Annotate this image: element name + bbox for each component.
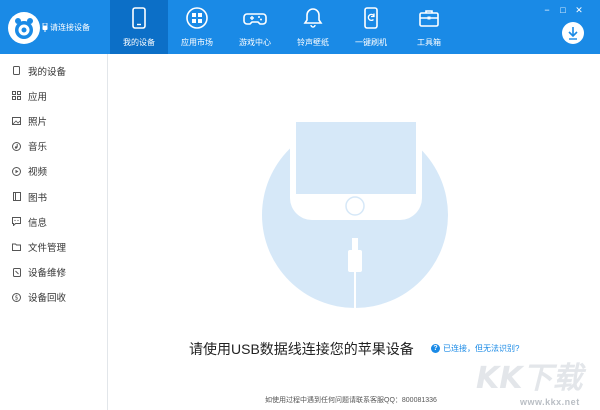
sidebar-item-label: 照片 <box>28 116 48 128</box>
folder-icon <box>12 242 21 251</box>
sidebar-item-label: 应用 <box>28 91 48 103</box>
repair-icon <box>12 267 21 277</box>
svg-text:$: $ <box>15 294 19 301</box>
sidebar-item-photos[interactable]: 照片 <box>0 108 107 133</box>
recycle-icon: $ <box>12 292 21 302</box>
connection-status[interactable]: 请连接设备 <box>42 22 90 33</box>
app-logo <box>8 12 40 44</box>
sidebar-item-device-repair[interactable]: 设备维修 <box>0 260 107 285</box>
svg-text:KK下载: KK下载 <box>476 361 586 396</box>
sidebar-item-apps[interactable]: 应用 <box>0 83 107 108</box>
tab-label: 我的设备 <box>123 38 155 47</box>
tab-label: 游戏中心 <box>239 38 271 47</box>
main-content: 请使用USB数据线连接您的苹果设备 ? 已连接，但无法识别? 如使用过程中遇到任… <box>108 54 600 410</box>
support-contact-note: 如使用过程中遇到任何问题请联系客服QQ：800081336 <box>265 397 437 404</box>
sidebar-item-messages[interactable]: 信息 <box>0 209 107 234</box>
gamepad-icon <box>243 13 267 25</box>
brand-area: 请连接设备 <box>0 0 108 54</box>
watermark-text: www.kkx.net <box>520 397 580 407</box>
grid-icon <box>12 91 21 101</box>
book-icon <box>12 192 21 202</box>
tab-label: 一键刷机 <box>355 38 387 47</box>
connection-status-label: 请连接设备 <box>50 23 90 32</box>
sidebar-item-music[interactable]: 音乐 <box>0 134 107 159</box>
sidebar-item-label: 文件管理 <box>28 242 67 254</box>
main-nav: 我的设备 应用市场 游戏中心 铃声壁纸 一键刷机 工具箱 <box>110 0 458 54</box>
sidebar-item-label: 设备维修 <box>28 268 67 280</box>
tab-label: 应用市场 <box>181 38 213 47</box>
window-controls: − □ ✕ <box>540 4 586 16</box>
message-icon <box>12 217 21 227</box>
download-icon <box>568 27 578 40</box>
sidebar-item-label: 我的设备 <box>28 66 67 78</box>
sidebar-item-label: 设备回收 <box>28 293 67 305</box>
tab-label: 工具箱 <box>417 38 441 47</box>
sidebar-item-label: 信息 <box>28 217 48 229</box>
sidebar-item-label: 图书 <box>28 192 48 204</box>
question-icon: ? <box>431 344 440 353</box>
video-icon <box>12 166 21 176</box>
sidebar-item-books[interactable]: 图书 <box>0 184 107 209</box>
connect-device-illustration <box>262 122 448 308</box>
photo-icon <box>12 116 21 125</box>
apps-icon <box>186 7 208 29</box>
tab-my-device[interactable]: 我的设备 <box>110 0 168 54</box>
bell-icon <box>303 8 323 28</box>
close-button[interactable]: ✕ <box>572 4 586 16</box>
tab-toolbox[interactable]: 工具箱 <box>400 0 458 54</box>
tab-label: 铃声壁纸 <box>297 38 329 47</box>
sidebar-item-device-recycle[interactable]: $ 设备回收 <box>0 285 107 310</box>
sidebar-item-my-device[interactable]: 我的设备 <box>0 58 107 83</box>
tab-app-market[interactable]: 应用市场 <box>168 0 226 54</box>
sidebar-item-file-manager[interactable]: 文件管理 <box>0 234 107 259</box>
device-icon <box>12 66 21 76</box>
usb-icon <box>42 23 48 32</box>
download-manager-button[interactable] <box>562 22 584 44</box>
maximize-button[interactable]: □ <box>556 4 570 16</box>
toolbox-icon <box>419 10 439 27</box>
phone-icon <box>132 7 146 29</box>
sidebar-item-label: 音乐 <box>28 142 48 154</box>
flash-icon <box>364 7 378 29</box>
music-icon <box>12 141 21 151</box>
sidebar-item-video[interactable]: 视频 <box>0 159 107 184</box>
sidebar: 我的设备 应用 照片 音乐 视频 图书 信息 文件管理 设备维修 $ 设备回收 <box>0 54 108 410</box>
minimize-button[interactable]: − <box>540 4 554 16</box>
tab-one-click-flash[interactable]: 一键刷机 <box>342 0 400 54</box>
connect-device-message: 请使用USB数据线连接您的苹果设备 <box>189 341 414 357</box>
top-bar: 请连接设备 我的设备 应用市场 游戏中心 铃声壁纸 一键刷机 工具箱 − □ ✕ <box>0 0 600 54</box>
tab-game-center[interactable]: 游戏中心 <box>226 0 284 54</box>
sidebar-item-label: 视频 <box>28 167 48 179</box>
tab-ringtones-wallpapers[interactable]: 铃声壁纸 <box>284 0 342 54</box>
